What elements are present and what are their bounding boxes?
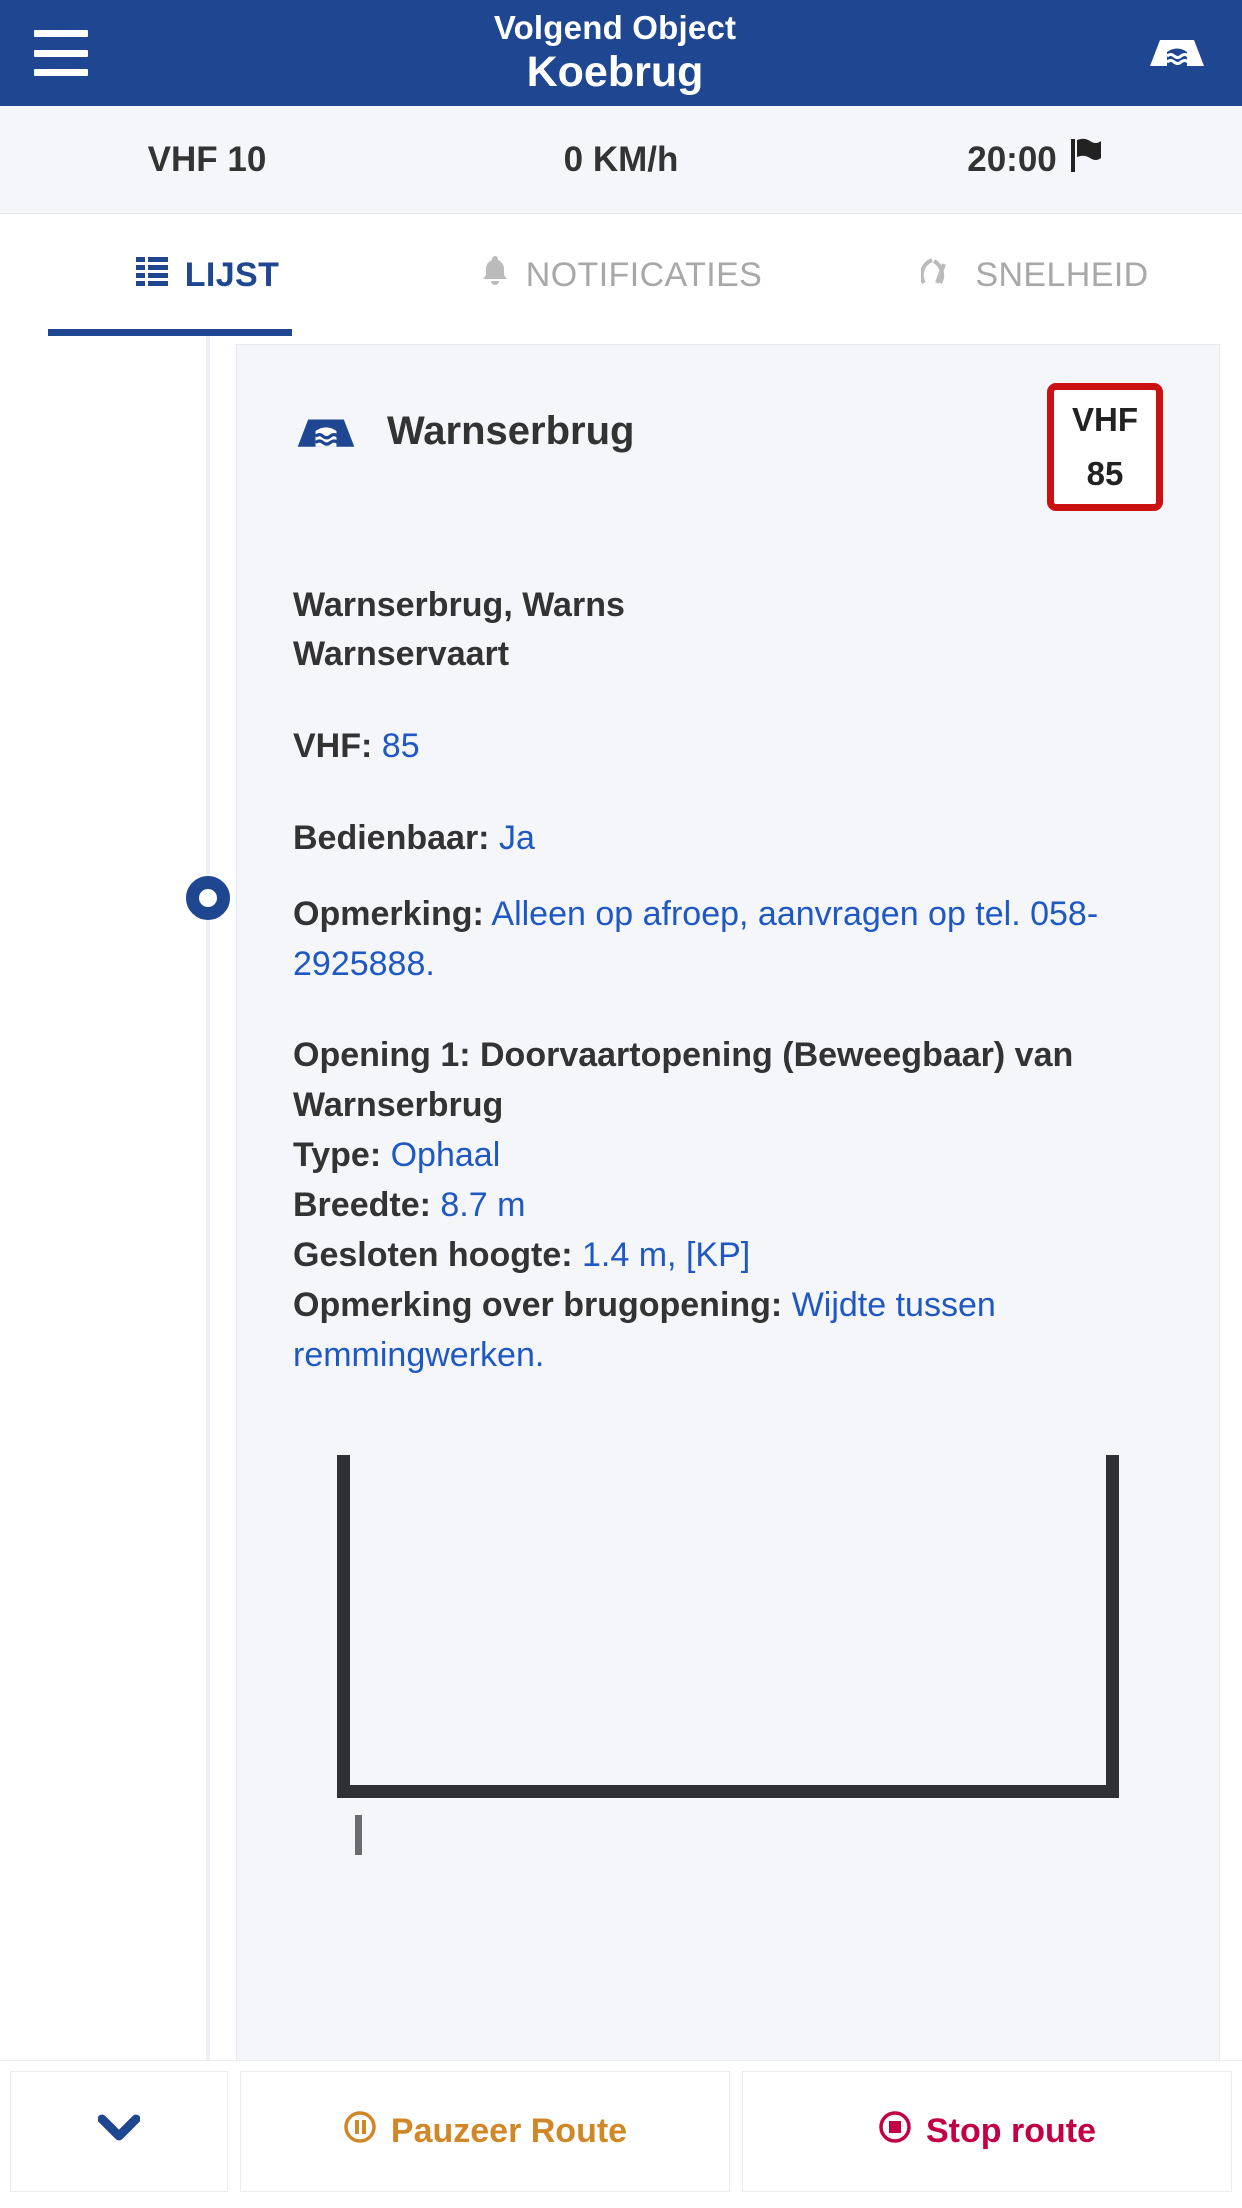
info-speed-value: 0 KM/h	[563, 139, 679, 179]
next-object-label: Volgend Object	[493, 9, 737, 47]
opening-section: Opening 1: Doorvaartopening (Beweegbaar)…	[293, 1031, 1163, 1381]
vhf-badge: VHF 85	[1047, 383, 1163, 511]
opening-gesloten-hoogte: Gesloten hoogte: 1.4 m, [KP]	[293, 1231, 1163, 1281]
stop-circle-icon	[878, 2110, 912, 2153]
tab-snelheid[interactable]: SNELHEID	[828, 214, 1242, 336]
address-line-1: Warnserbrug, Warns	[293, 586, 625, 624]
tab-lijst[interactable]: LIJST	[0, 214, 414, 336]
opening-type-value: Ophaal	[390, 1136, 501, 1175]
detail-opmerking-key: Opmerking:	[293, 894, 484, 933]
opening-opmerking: Opmerking over brugopening: Wijdte tusse…	[293, 1281, 1163, 1381]
pause-circle-icon	[343, 2110, 377, 2153]
object-address: Warnserbrug, Warns Warnservaart	[293, 581, 1163, 680]
opening-breedte: Breedte: 8.7 m	[293, 1181, 1163, 1231]
timeline-marker	[186, 876, 230, 920]
tab-lijst-label: LIJST	[184, 255, 280, 294]
speedometer-icon	[920, 255, 959, 296]
opening-type-key: Type:	[293, 1136, 382, 1175]
collapse-button[interactable]	[10, 2071, 228, 2192]
info-vhf: VHF 10	[0, 140, 414, 180]
opening-heading: Opening 1: Doorvaartopening (Beweegbaar)…	[293, 1036, 1074, 1125]
flag-icon	[1069, 136, 1103, 183]
detail-opmerking: Opmerking: Alleen op afroep, aanvragen o…	[293, 890, 1163, 990]
opening-type: Type: Ophaal	[293, 1131, 1163, 1181]
info-bar: VHF 10 0 KM/h 20:00	[0, 106, 1242, 214]
list-content: Warnserbrug VHF 85 Warnserbrug, Warns Wa…	[0, 336, 1242, 2208]
bell-icon	[480, 254, 510, 297]
timeline-rail	[206, 336, 210, 2208]
opening-opmerking-key: Opmerking over brugopening:	[293, 1286, 783, 1325]
info-eta: 20:00	[828, 136, 1242, 183]
app-bar-right	[1142, 30, 1208, 77]
hamburger-icon[interactable]	[34, 30, 88, 76]
object-name: Warnserbrug	[387, 409, 635, 453]
tab-bar: LIJST NOTIFICATIES SNELHEID	[0, 214, 1242, 336]
object-card[interactable]: Warnserbrug VHF 85 Warnserbrug, Warns Wa…	[236, 344, 1220, 2208]
tab-snelheid-label: SNELHEID	[975, 255, 1149, 294]
opening-gesloten-hoogte-key: Gesloten hoogte:	[293, 1236, 573, 1275]
diagram-water-mark	[355, 1815, 362, 1856]
list-icon	[135, 254, 169, 297]
opening-gesloten-hoogte-value: 1.4 m, [KP]	[582, 1236, 751, 1275]
chevron-down-icon	[97, 2112, 141, 2151]
tab-notificaties-label: NOTIFICATIES	[525, 255, 763, 294]
opening-breedte-value: 8.7 m	[440, 1186, 526, 1225]
app-bar-titles: Volgend Object Koebrug	[88, 9, 1142, 96]
vhf-badge-value: 85	[1086, 455, 1124, 492]
detail-vhf: VHF: 85	[293, 722, 1163, 772]
info-vhf-value: VHF 10	[147, 139, 267, 179]
opening-breedte-key: Breedte:	[293, 1186, 431, 1225]
vhf-badge-label: VHF	[1072, 401, 1138, 438]
info-speed: 0 KM/h	[414, 140, 828, 180]
pause-route-button[interactable]: Pauzeer Route	[240, 2071, 730, 2192]
detail-vhf-value: 85	[381, 726, 420, 765]
detail-vhf-key: VHF:	[293, 726, 373, 765]
detail-bedienbaar-key: Bedienbaar:	[293, 818, 490, 857]
action-bar: Pauzeer Route Stop route	[0, 2060, 1242, 2208]
app-root: Volgend Object Koebrug VHF 10 0 KM/h 20:…	[0, 0, 1242, 2208]
stop-route-label: Stop route	[926, 2112, 1096, 2150]
bridge-opening-diagram	[293, 1455, 1163, 1856]
bridge-icon[interactable]	[1146, 30, 1208, 77]
page-title: Koebrug	[526, 47, 704, 96]
tab-notificaties[interactable]: NOTIFICATIES	[414, 214, 828, 336]
detail-bedienbaar-value: Ja	[498, 818, 535, 857]
active-tab-indicator	[48, 329, 292, 336]
bridge-icon	[293, 409, 359, 458]
info-eta-value: 20:00	[967, 139, 1057, 179]
diagram-deck	[337, 1785, 1119, 1799]
diagram-left-post	[337, 1455, 350, 1786]
stop-route-button[interactable]: Stop route	[742, 2071, 1232, 2192]
pause-route-label: Pauzeer Route	[390, 2112, 628, 2150]
detail-bedienbaar: Bedienbaar: Ja	[293, 814, 1163, 864]
address-line-2: Warnservaart	[293, 635, 510, 674]
diagram-right-post	[1106, 1455, 1119, 1786]
object-card-header: Warnserbrug VHF 85	[293, 383, 1163, 533]
app-bar: Volgend Object Koebrug	[0, 0, 1242, 106]
